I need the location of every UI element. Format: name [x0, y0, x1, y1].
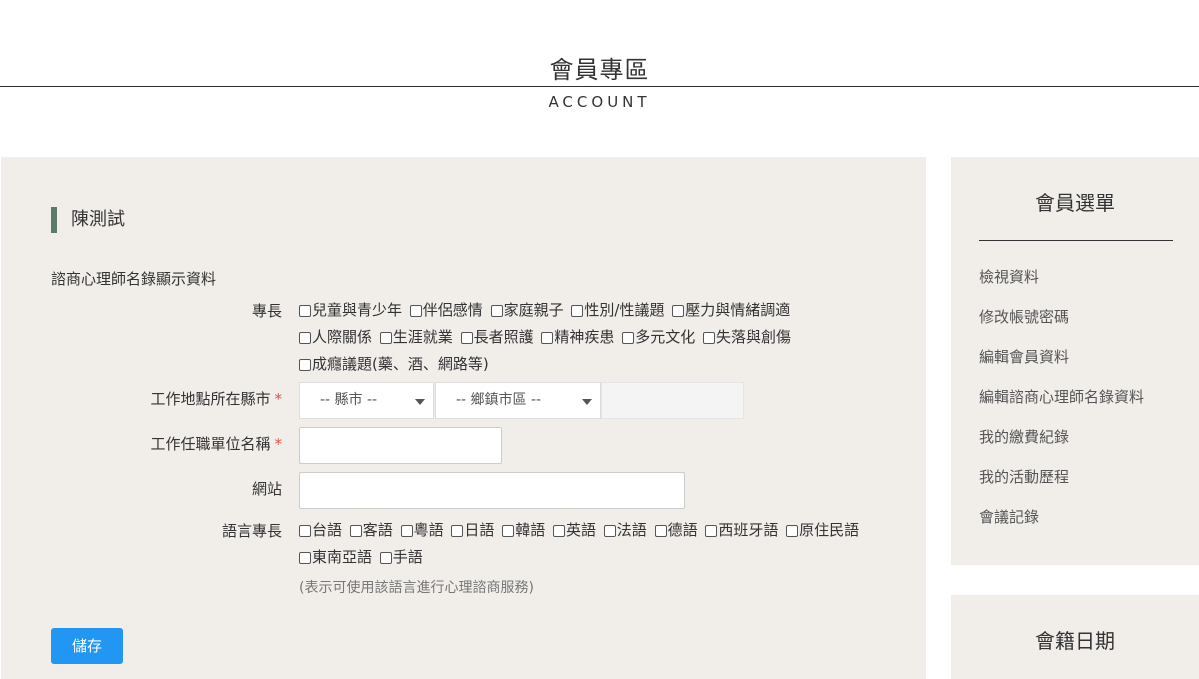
language-checkbox[interactable]: 手語	[379, 544, 423, 570]
member-menu-title: 會員選單	[1035, 191, 1115, 215]
district-select[interactable]: -- 鄉鎮市區 --	[435, 382, 601, 419]
checkbox-icon[interactable]	[349, 525, 362, 537]
specialty-checkbox[interactable]: 家庭親子	[490, 297, 564, 323]
checkbox-icon[interactable]	[541, 332, 554, 344]
member-menu: 檢視資料 修改帳號密碼 編輯會員資料 編輯諮商心理師名錄資料 我的繳費紀錄 我的…	[979, 265, 1144, 545]
checkbox-icon[interactable]	[672, 305, 685, 317]
menu-item-activities[interactable]: 我的活動歷程	[979, 465, 1144, 505]
language-checkbox[interactable]: 德語	[654, 517, 698, 543]
specialty-label: 專長	[251, 302, 282, 320]
language-checkbox[interactable]: 英語	[552, 517, 596, 543]
work-unit-label: 工作任職單位名稱 *	[150, 435, 282, 453]
menu-item-edit-member[interactable]: 編輯會員資料	[979, 345, 1144, 385]
menu-item-edit-directory[interactable]: 編輯諮商心理師名錄資料	[979, 385, 1144, 425]
work-unit-input[interactable]	[299, 427, 502, 464]
checkbox-icon[interactable]	[299, 359, 311, 371]
specialty-line-2: 人際關係 生涯就業 長者照護 精神疾患 多元文化 失落與創傷	[299, 324, 899, 351]
header-divider	[0, 86, 1199, 87]
language-checkbox[interactable]: 台語	[299, 517, 342, 543]
checkbox-icon[interactable]	[409, 305, 422, 317]
checkbox-icon[interactable]	[451, 525, 464, 537]
specialty-checkbox-group: 兒童與青少年 伴侶感情 家庭親子 性別/性議題 壓力與情緒調適 人際關係 生涯就…	[299, 297, 899, 378]
checkbox-icon[interactable]	[502, 525, 515, 537]
membership-date-title: 會籍日期	[1035, 629, 1115, 653]
specialty-checkbox[interactable]: 生涯就業	[379, 324, 453, 350]
website-input[interactable]	[299, 472, 685, 509]
membership-date-panel: 會籍日期	[951, 595, 1199, 679]
specialty-checkbox[interactable]: 成癮議題(藥、酒、網路等)	[299, 351, 489, 377]
chevron-down-icon	[582, 399, 592, 405]
language-checkbox[interactable]: 日語	[451, 517, 494, 543]
checkbox-icon[interactable]	[786, 525, 799, 537]
checkbox-icon[interactable]	[490, 305, 503, 317]
checkbox-icon[interactable]	[460, 332, 473, 344]
checkbox-icon[interactable]	[552, 525, 565, 537]
zipcode-field	[601, 382, 744, 419]
section-title: 諮商心理師名錄顯示資料	[51, 270, 217, 288]
profile-form-panel: 陳測試 諮商心理師名錄顯示資料 專長 兒童與青少年 伴侶感情 家庭親子 性別/性…	[1, 157, 926, 679]
chevron-down-icon	[415, 399, 425, 405]
menu-item-payments[interactable]: 我的繳費紀錄	[979, 425, 1144, 465]
language-checkbox[interactable]: 東南亞語	[299, 544, 372, 570]
page-subtitle: ACCOUNT	[548, 93, 651, 111]
checkbox-icon[interactable]	[299, 525, 311, 537]
member-menu-panel: 會員選單 檢視資料 修改帳號密碼 編輯會員資料 編輯諮商心理師名錄資料 我的繳費…	[951, 157, 1199, 565]
language-label: 語言專長	[221, 522, 282, 540]
checkbox-icon[interactable]	[603, 525, 616, 537]
specialty-checkbox[interactable]: 精神疾患	[541, 324, 614, 350]
work-location-label: 工作地點所在縣市 *	[150, 390, 282, 408]
specialty-checkbox[interactable]: 伴侶感情	[409, 297, 483, 323]
website-label: 網站	[251, 480, 282, 498]
checkbox-icon[interactable]	[379, 332, 392, 344]
save-button[interactable]: 儲存	[51, 628, 123, 664]
language-note: (表示可使用該語言進行心理諮商服務)	[299, 580, 534, 596]
checkbox-icon[interactable]	[400, 525, 413, 537]
specialty-checkbox[interactable]: 多元文化	[622, 324, 695, 350]
work-unit-row: 工作任職單位名稱 *	[1, 427, 926, 464]
work-location-row: 工作地點所在縣市 * -- 縣市 -- -- 鄉鎮市區 --	[1, 382, 926, 419]
specialty-checkbox[interactable]: 失落與創傷	[702, 324, 791, 350]
checkbox-icon[interactable]	[654, 525, 667, 537]
language-line-2: 東南亞語 手語	[299, 544, 919, 571]
specialty-checkbox[interactable]: 壓力與情緒調適	[672, 297, 790, 323]
specialty-checkbox[interactable]: 長者照護	[460, 324, 534, 350]
language-checkbox[interactable]: 法語	[603, 517, 647, 543]
page-title: 會員專區	[549, 56, 650, 84]
language-line-1: 台語 客語 粵語 日語 韓語 英語 法語 德語 西班牙語 原住民語	[299, 517, 919, 544]
language-checkbox[interactable]: 原住民語	[786, 517, 859, 543]
checkbox-icon[interactable]	[379, 552, 392, 564]
specialty-checkbox[interactable]: 兒童與青少年	[299, 297, 402, 323]
checkbox-icon[interactable]	[299, 332, 311, 344]
language-checkbox[interactable]: 韓語	[502, 517, 545, 543]
checkbox-icon[interactable]	[299, 305, 311, 317]
language-checkbox[interactable]: 粵語	[400, 517, 444, 543]
page-header: 會員專區 ACCOUNT	[0, 0, 1199, 130]
specialty-checkbox[interactable]: 性別/性議題	[571, 297, 664, 323]
user-name-heading: 陳測試	[51, 207, 125, 233]
language-checkbox[interactable]: 西班牙語	[705, 517, 778, 543]
specialty-line-3: 成癮議題(藥、酒、網路等)	[299, 351, 899, 378]
website-row: 網站	[1, 472, 926, 509]
city-select[interactable]: -- 縣市 --	[299, 382, 434, 419]
menu-item-meetings[interactable]: 會議記錄	[979, 505, 1144, 545]
menu-item-change-password[interactable]: 修改帳號密碼	[979, 305, 1144, 345]
checkbox-icon[interactable]	[702, 332, 715, 344]
checkbox-icon[interactable]	[705, 525, 718, 537]
language-checkbox-group: 台語 客語 粵語 日語 韓語 英語 法語 德語 西班牙語 原住民語 東南亞語 手…	[299, 517, 919, 601]
specialty-checkbox[interactable]: 人際關係	[299, 324, 372, 350]
member-menu-divider	[979, 240, 1173, 241]
specialty-line-1: 兒童與青少年 伴侶感情 家庭親子 性別/性議題 壓力與情緒調適	[299, 297, 899, 324]
menu-item-view-profile[interactable]: 檢視資料	[979, 265, 1144, 305]
checkbox-icon[interactable]	[571, 305, 584, 317]
checkbox-icon[interactable]	[622, 332, 635, 344]
checkbox-icon[interactable]	[299, 552, 311, 564]
language-checkbox[interactable]: 客語	[349, 517, 393, 543]
